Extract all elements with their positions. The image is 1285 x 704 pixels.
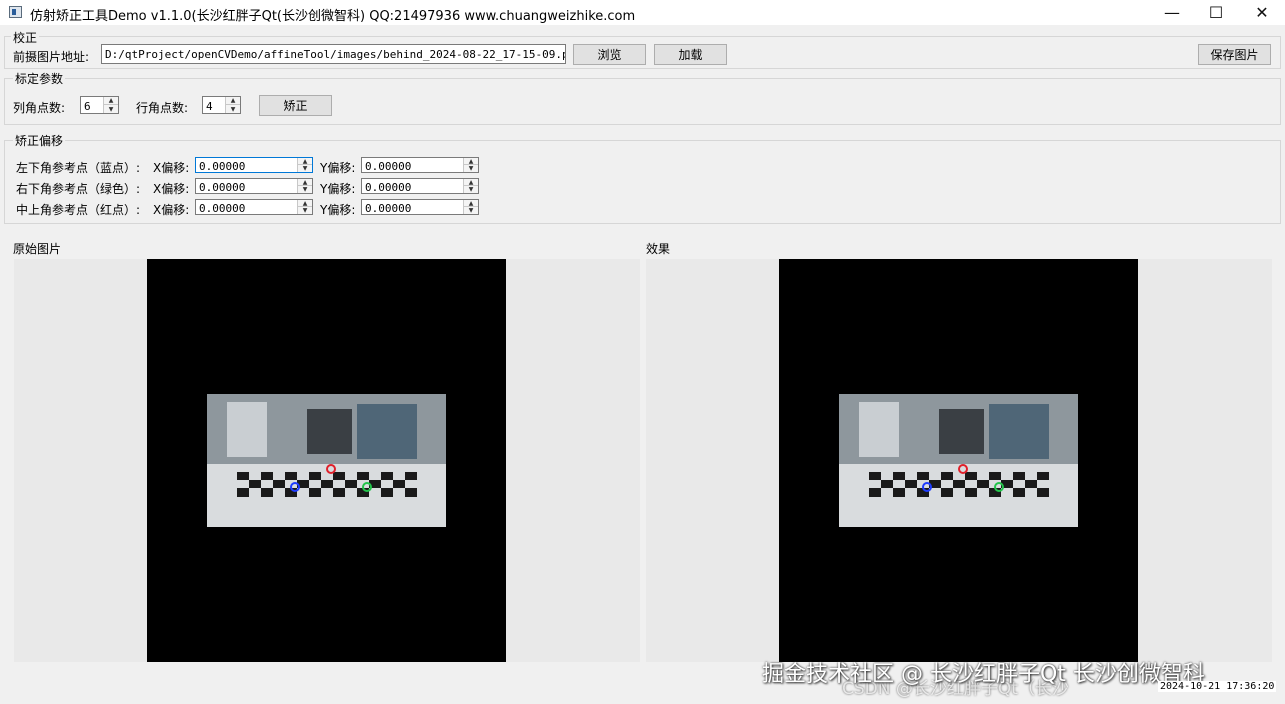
spin-up-icon[interactable]: ▲ <box>464 158 478 165</box>
correct-button[interactable]: 矫正 <box>259 95 332 116</box>
rows-spinbox[interactable]: 4 ▲ ▼ <box>202 96 241 114</box>
image-path-label: 前摄图片地址: <box>13 50 90 64</box>
original-image-canvas <box>147 259 506 662</box>
spin-down-icon[interactable]: ▼ <box>464 165 478 172</box>
maximize-button[interactable]: ☐ <box>1193 0 1239 25</box>
save-image-button[interactable]: 保存图片 <box>1198 44 1271 65</box>
spin-down-icon[interactable]: ▼ <box>464 186 478 193</box>
cols-label: 列角点数: <box>13 101 66 115</box>
y-offset-label: Y偏移: <box>320 203 356 217</box>
y-offset-label: Y偏移: <box>320 161 356 175</box>
result-image-label: 效果 <box>646 242 671 256</box>
original-image-view[interactable] <box>14 259 640 662</box>
result-image-view[interactable] <box>646 259 1272 662</box>
image-path-input[interactable]: D:/qtProject/openCVDemo/affineTool/image… <box>101 44 566 64</box>
original-image-label: 原始图片 <box>13 242 62 256</box>
spin-down-icon[interactable]: ▼ <box>298 165 312 172</box>
spin-down-icon[interactable]: ▼ <box>104 105 118 113</box>
spin-up-icon[interactable]: ▲ <box>226 97 240 105</box>
x-offset-value: 0.00000 <box>199 181 246 194</box>
app-icon <box>9 6 22 18</box>
camera-photo-graphic <box>207 394 446 527</box>
x-offset-label: X偏移: <box>153 182 190 196</box>
calibrate-group-title: 校正 <box>11 29 40 46</box>
original-photo <box>207 394 446 527</box>
spin-up-icon[interactable]: ▲ <box>104 97 118 105</box>
spin-down-icon[interactable]: ▼ <box>298 207 312 214</box>
result-image-canvas <box>779 259 1138 662</box>
offset-row-label: 中上角参考点（红点）: <box>16 203 141 217</box>
x-offset-value: 0.00000 <box>199 160 246 173</box>
y-offset-value: 0.00000 <box>365 202 412 215</box>
x-offset-spinbox[interactable]: 0.00000 ▲ ▼ <box>195 157 313 173</box>
y-offset-value: 0.00000 <box>365 181 412 194</box>
cols-value: 6 <box>84 100 91 113</box>
spin-up-icon[interactable]: ▲ <box>298 158 312 165</box>
y-offset-value: 0.00000 <box>365 160 412 173</box>
browse-button[interactable]: 浏览 <box>573 44 646 65</box>
x-offset-value: 0.00000 <box>199 202 246 215</box>
cols-spinbox[interactable]: 6 ▲ ▼ <box>80 96 119 114</box>
params-group-title: 标定参数 <box>13 70 66 87</box>
offset-group-title: 矫正偏移 <box>13 132 66 149</box>
close-button[interactable]: ✕ <box>1239 0 1285 25</box>
offset-row-label: 右下角参考点（绿色）: <box>16 182 141 196</box>
rows-value: 4 <box>206 100 213 113</box>
y-offset-spinbox[interactable]: 0.00000 ▲ ▼ <box>361 157 479 173</box>
result-photo <box>839 394 1078 527</box>
x-offset-spinbox[interactable]: 0.00000 ▲ ▼ <box>195 199 313 215</box>
spin-up-icon[interactable]: ▲ <box>298 200 312 207</box>
params-group <box>4 78 1281 125</box>
camera-photo-graphic <box>839 394 1078 527</box>
spin-down-icon[interactable]: ▼ <box>298 186 312 193</box>
timestamp-stamp: 2024-10-21 17:36:20 <box>1158 681 1277 692</box>
spin-up-icon[interactable]: ▲ <box>464 200 478 207</box>
load-button[interactable]: 加载 <box>654 44 727 65</box>
minimize-button[interactable]: — <box>1149 0 1195 25</box>
rows-label: 行角点数: <box>136 101 189 115</box>
x-offset-label: X偏移: <box>153 161 190 175</box>
y-offset-label: Y偏移: <box>320 182 356 196</box>
title-bar[interactable]: 仿射矫正工具Demo v1.1.0(长沙红胖子Qt(长沙创微智科) QQ:214… <box>0 0 1285 25</box>
offset-row-label: 左下角参考点（蓝点）: <box>16 161 141 175</box>
x-offset-spinbox[interactable]: 0.00000 ▲ ▼ <box>195 178 313 194</box>
y-offset-spinbox[interactable]: 0.00000 ▲ ▼ <box>361 178 479 194</box>
window-title: 仿射矫正工具Demo v1.1.0(长沙红胖子Qt(长沙创微智科) QQ:214… <box>30 9 636 24</box>
spin-up-icon[interactable]: ▲ <box>464 179 478 186</box>
x-offset-label: X偏移: <box>153 203 190 217</box>
y-offset-spinbox[interactable]: 0.00000 ▲ ▼ <box>361 199 479 215</box>
spin-down-icon[interactable]: ▼ <box>464 207 478 214</box>
spin-up-icon[interactable]: ▲ <box>298 179 312 186</box>
spin-down-icon[interactable]: ▼ <box>226 105 240 113</box>
juejin-watermark: 掘金技术社区 @ 长沙红胖子Qt 长沙创微智科 <box>762 662 1205 687</box>
